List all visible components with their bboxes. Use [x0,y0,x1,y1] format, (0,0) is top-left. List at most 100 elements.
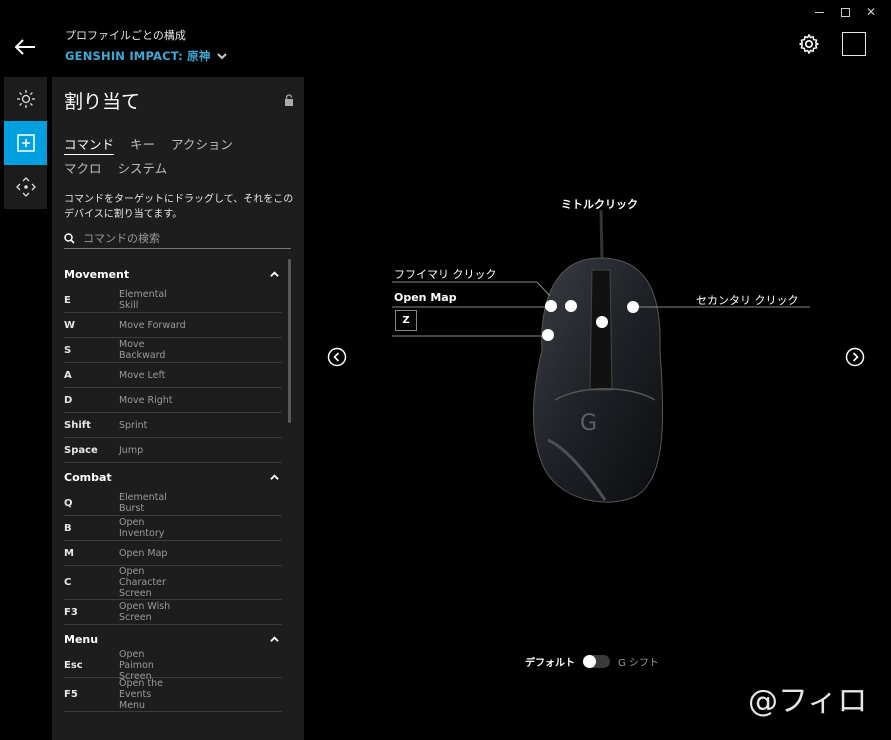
command-name: Jump [119,444,144,456]
tab-keys[interactable]: キー [130,133,155,157]
close-button[interactable]: ✕ [865,6,877,18]
mouse-image: G [392,209,810,503]
assignment-panel: 割り当て コマンド キー アクション マクロ システム コマンドをターゲットにド… [52,77,304,740]
command-key: M [64,547,74,559]
minimize-icon [814,11,824,13]
side-rail [4,77,47,209]
hotspot-secondary[interactable] [627,301,639,313]
window-controls: ✕ [813,6,877,18]
command-key: Esc [64,659,83,671]
command-name: Open Inventory [119,517,165,539]
close-icon: ✕ [865,5,877,19]
watermark: @フィロ [748,684,868,719]
section-title: Menu [64,632,99,646]
command-row[interactable]: Q Elemental Burst [64,491,282,516]
command-key: D [64,394,73,406]
command-row[interactable]: D Move Right [64,388,282,413]
search-input[interactable] [83,232,283,245]
command-name: Move Right [119,394,173,406]
command-name: Elemental Burst [119,492,167,514]
hotspot-primary[interactable] [565,300,577,312]
toggle-knob [583,655,596,668]
command-list: Movement E Elemental Skill W Move Forward S Mo… [64,260,282,712]
profile-selector[interactable]: GENSHIN IMPACT: 原神 [65,48,227,64]
maximize-icon [840,7,850,17]
keycap-z: Z [395,310,417,331]
command-name: Move Backward [119,339,166,361]
hotspot-g5[interactable] [542,329,554,341]
back-arrow-icon[interactable] [14,38,36,56]
list-scrollbar[interactable] [288,259,291,423]
tab-system[interactable]: システム [118,157,168,181]
rail-assignments[interactable] [4,121,47,165]
command-name: Elemental Skill [119,289,167,311]
command-key: Q [64,497,73,509]
lock-icon[interactable] [284,94,294,106]
command-name: Open Paimon Screen [119,648,154,682]
section-header[interactable]: Combat [64,463,282,491]
rail-dpi[interactable] [4,165,47,209]
label-primary-click: フフイマリ クリック [394,268,497,281]
command-name: Move Forward [119,319,186,331]
command-key: F5 [64,689,78,700]
chevron-up-icon [270,270,279,277]
command-key: C [64,577,72,588]
section-header[interactable]: Movement [64,260,282,288]
command-row[interactable]: A Move Left [64,363,282,388]
command-key: Space [64,444,98,456]
command-name: Sprint [119,419,148,431]
panel-description: コマンドをターゲットにドラッグして、それをこのデバイスに割り当てます。 [64,194,294,220]
command-search [64,229,291,249]
toggle-default-label: デフォルト [525,658,575,669]
plus-square-icon [16,134,35,152]
command-row[interactable]: F3 Open Wish Screen [64,600,282,625]
chevron-up-icon [270,473,279,480]
tab-macros[interactable]: マクロ [64,157,102,181]
move-arrows-icon [15,177,36,197]
command-row[interactable]: Space Jump [64,438,282,463]
gear-icon[interactable] [798,33,820,55]
section-title: Combat [64,470,112,484]
section-title: Movement [64,267,130,281]
sun-icon [16,90,35,108]
tab-commands[interactable]: コマンド [64,136,115,155]
rail-lighting[interactable] [4,77,47,121]
profile-name: GENSHIN IMPACT: 原神 [65,49,211,63]
command-name: Open Map [119,547,168,559]
gshift-toggle-group: デフォルト G シフト [525,654,659,669]
tab-actions[interactable]: アクション [171,133,233,157]
hotspot-middle[interactable] [596,316,608,328]
command-row[interactable]: S Move Backward [64,338,282,363]
command-name: Open Character Screen [119,566,166,599]
command-row[interactable]: Esc Open Paimon Screen [64,649,282,682]
prev-device-icon[interactable] [327,347,347,367]
label-secondary-click: セカンタリ クリック [696,294,799,307]
command-name: Open Wish Screen [119,601,171,623]
header-subtitle: プロファイルごとの構成 [65,29,186,42]
command-row[interactable]: E Elemental Skill [64,288,282,313]
search-icon [64,233,75,244]
command-row[interactable]: Shift Sprint [64,413,282,438]
command-row[interactable]: F5 Open the Events Menu [64,678,282,712]
chevron-down-icon [216,53,227,60]
command-row[interactable]: C Open Character Screen [64,566,282,600]
minimize-button[interactable] [813,6,825,18]
command-key: Shift [64,419,91,431]
command-key: W [64,319,76,331]
gshift-toggle[interactable] [583,655,610,668]
command-key: E [64,294,71,306]
maximize-button[interactable] [839,6,851,18]
command-key: F3 [64,606,78,618]
command-row[interactable]: B Open Inventory [64,516,282,541]
tab-bar: コマンド キー アクション マクロ システム [64,133,296,181]
panel-title: 割り当て [64,91,141,113]
command-row[interactable]: W Move Forward [64,313,282,338]
device-view-button[interactable] [842,32,866,56]
chevron-up-icon [270,635,279,642]
next-device-icon[interactable] [845,347,865,367]
label-middle-click: ミトルクリック [561,198,638,211]
g-logo: G [580,411,597,436]
hotspot-g4[interactable] [545,300,557,312]
command-key: B [64,522,72,534]
command-row[interactable]: M Open Map [64,541,282,566]
